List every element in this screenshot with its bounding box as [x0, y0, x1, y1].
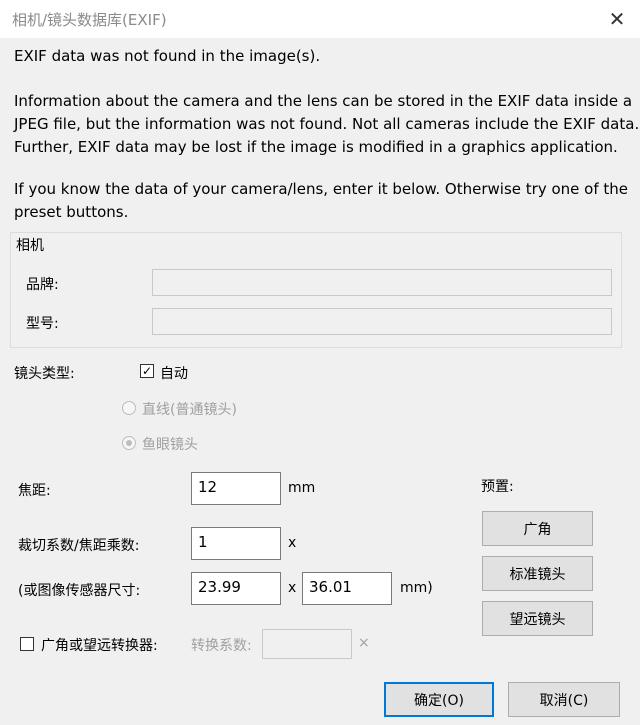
crop-factor-input[interactable]: 1: [191, 527, 281, 560]
sensor-width-input[interactable]: 23.99: [191, 572, 281, 605]
exif-dialog: 相机/镜头数据库(EXIF) ✕ EXIF data was not found…: [0, 0, 640, 725]
brand-field[interactable]: [152, 269, 612, 296]
model-field[interactable]: [152, 308, 612, 335]
sensor-size-label: (或图像传感器尺寸:: [18, 583, 141, 599]
presets-label: 预置:: [481, 479, 514, 495]
focal-length-unit: mm: [288, 480, 316, 496]
crop-factor-unit: x: [288, 535, 297, 551]
brand-label: 品牌:: [26, 277, 59, 293]
wide-angle-preset-button[interactable]: 广角: [482, 511, 593, 546]
focal-length-label: 焦距:: [18, 483, 51, 499]
sensor-height-input[interactable]: 36.01: [302, 572, 392, 605]
cancel-button[interactable]: 取消(C): [508, 682, 620, 717]
focal-length-input[interactable]: 12: [191, 472, 281, 505]
info-line-1: Information about the camera and the len…: [14, 92, 633, 110]
standard-lens-preset-button[interactable]: 标准镜头: [482, 556, 593, 591]
telephoto-preset-button[interactable]: 望远镜头: [482, 601, 593, 636]
info-line-3: Further, EXIF data may be lost if the im…: [14, 138, 618, 156]
info-line-2: JPEG file, but the information was not f…: [14, 115, 640, 133]
conversion-factor-label: 转换系数:: [191, 638, 252, 654]
instruction-line-1: If you know the data of your camera/lens…: [14, 180, 628, 198]
conversion-factor-input[interactable]: [262, 629, 352, 659]
not-found-message: EXIF data was not found in the image(s).: [14, 47, 321, 65]
camera-group-legend: 相机: [14, 235, 46, 255]
radio-selected-dot: [126, 440, 132, 446]
instruction-line-2: preset buttons.: [14, 203, 129, 221]
auto-label: 自动: [160, 366, 188, 382]
sensor-times-sign: x: [288, 580, 297, 596]
title-bar: 相机/镜头数据库(EXIF) ✕: [0, 0, 640, 38]
fisheye-radio[interactable]: [122, 436, 136, 450]
crop-factor-label: 裁切系数/焦距乘数:: [18, 538, 140, 554]
converter-label: 广角或望远转换器:: [41, 638, 158, 654]
sensor-size-unit: mm): [400, 580, 433, 596]
auto-checkbox[interactable]: ✓: [140, 364, 154, 378]
ok-button[interactable]: 确定(O): [384, 682, 494, 717]
converter-checkbox[interactable]: [20, 637, 34, 651]
window-title: 相机/镜头数据库(EXIF): [12, 11, 167, 29]
fisheye-label: 鱼眼镜头: [142, 437, 198, 453]
rectilinear-label: 直线(普通镜头): [142, 402, 237, 418]
close-icon[interactable]: ✕: [604, 6, 630, 32]
checkmark-icon: ✓: [141, 364, 153, 378]
rectilinear-radio[interactable]: [122, 401, 136, 415]
lens-type-label: 镜头类型:: [14, 366, 75, 382]
conversion-factor-unit: ×: [358, 635, 370, 651]
model-label: 型号:: [26, 316, 59, 332]
